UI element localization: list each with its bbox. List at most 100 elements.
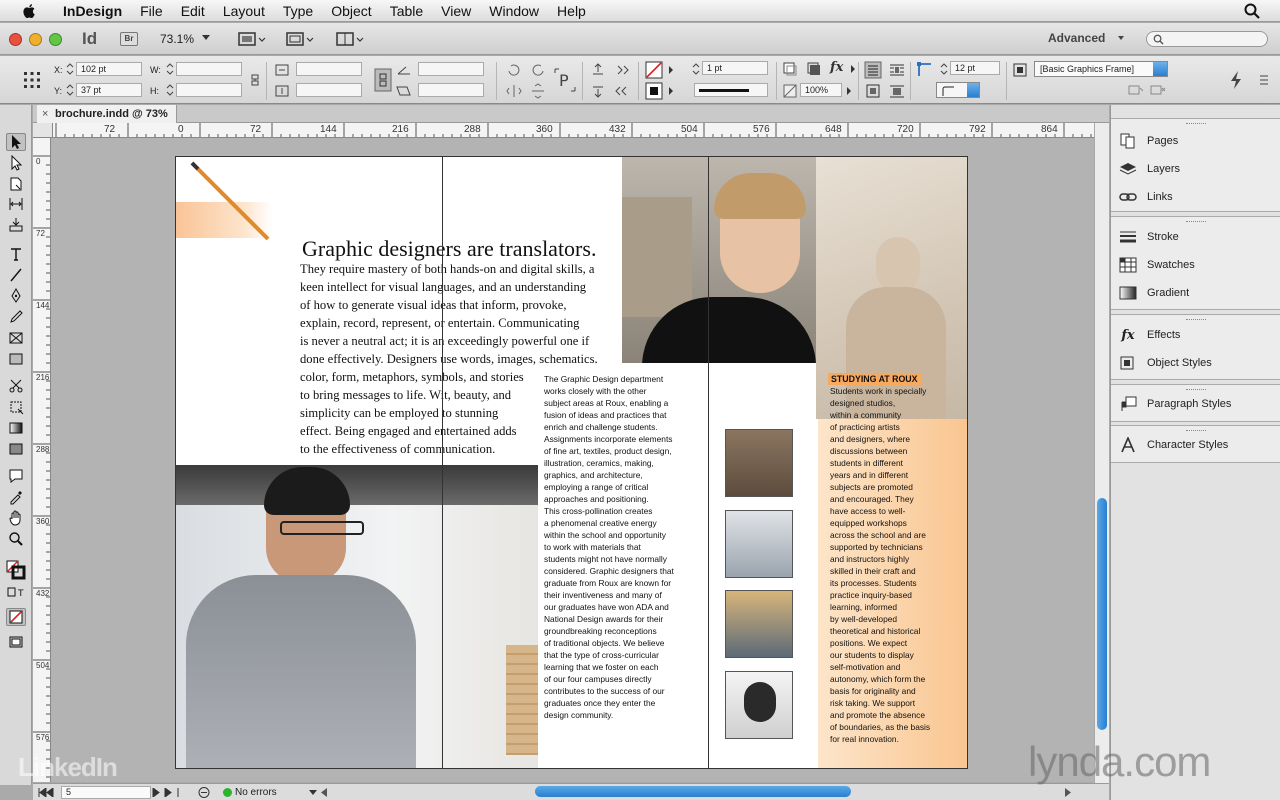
h-stepper-icon[interactable] <box>166 83 174 97</box>
free-transform-tool[interactable] <box>6 398 26 416</box>
height-field[interactable] <box>176 83 242 97</box>
apple-icon[interactable] <box>20 3 38 18</box>
help-search-input[interactable] <box>1146 31 1268 47</box>
align-content-icon[interactable] <box>864 82 882 100</box>
opacity-menu-arrow-icon[interactable] <box>844 85 854 97</box>
scissors-tool[interactable] <box>6 377 26 395</box>
panel-links[interactable]: Links <box>1119 187 1275 207</box>
stroke-weight-stepper-icon[interactable] <box>692 62 700 76</box>
scale-x-icon[interactable] <box>274 62 290 78</box>
reference-point-icon[interactable] <box>22 70 42 90</box>
close-document-icon[interactable]: × <box>42 105 48 123</box>
corner-options-icon[interactable] <box>916 61 934 79</box>
gap-tool[interactable] <box>6 195 26 213</box>
ruler-origin[interactable] <box>33 123 53 138</box>
scale-y-field[interactable] <box>296 83 362 97</box>
x-stepper-icon[interactable] <box>66 62 74 76</box>
bridge-button[interactable]: Br <box>120 32 138 46</box>
department-column-text[interactable]: The Graphic Design department works close… <box>544 373 674 721</box>
scale-y-icon[interactable] <box>274 83 290 99</box>
spotlight-search-icon[interactable] <box>1244 3 1260 19</box>
pencil-tool[interactable] <box>6 308 26 326</box>
hand-tool[interactable] <box>6 509 26 527</box>
stroke-type-dropdown[interactable] <box>694 83 768 97</box>
panel-object-styles[interactable]: Object Styles <box>1119 353 1275 373</box>
panel-stroke[interactable]: Stroke <box>1119 227 1275 247</box>
menu-file[interactable]: File <box>131 3 172 19</box>
select-container-icon[interactable] <box>590 62 606 78</box>
fill-stroke-swatches[interactable] <box>6 559 26 581</box>
pasteboard[interactable]: Graphic designers are translators. They … <box>51 138 1094 782</box>
vertical-scroll-thumb[interactable] <box>1097 498 1107 730</box>
apply-none-button[interactable] <box>6 608 26 626</box>
page-tool[interactable] <box>6 175 26 193</box>
horizontal-ruler[interactable]: 72 0 72 144 216 288 360 432 504 576 648 … <box>53 123 1094 138</box>
preflight-status[interactable]: No errors <box>221 786 305 799</box>
panel-swatches[interactable]: Swatches <box>1119 255 1275 275</box>
selection-tool[interactable] <box>6 133 26 151</box>
panel-grip[interactable] <box>1186 123 1206 125</box>
panel-effects[interactable]: fx Effects <box>1119 325 1275 345</box>
panel-pages[interactable]: Pages <box>1119 131 1275 151</box>
quick-apply-icon[interactable] <box>1228 70 1244 90</box>
thumbnail-students-4[interactable] <box>725 671 793 739</box>
shadow-toggle-icon[interactable] <box>806 61 822 77</box>
vertical-scrollbar[interactable] <box>1094 123 1109 783</box>
formatting-affects-toggle[interactable]: T <box>6 585 26 599</box>
drop-shadow-icon[interactable] <box>782 61 798 77</box>
panel-character-styles[interactable]: Character Styles <box>1119 435 1275 455</box>
preflight-menu-icon[interactable] <box>197 786 211 799</box>
zoom-level-field[interactable]: 73.1% <box>160 32 194 46</box>
menu-type[interactable]: Type <box>274 3 322 19</box>
w-stepper-icon[interactable] <box>166 62 174 76</box>
scroll-left-icon[interactable] <box>319 788 329 797</box>
page-heading[interactable]: Graphic designers are translators. <box>302 236 596 262</box>
thumbnail-students-1[interactable] <box>725 429 793 497</box>
text-wrap-bounding-box-icon[interactable] <box>888 61 906 79</box>
flip-vertical-icon[interactable] <box>530 83 546 99</box>
y-position-field[interactable]: 37 pt <box>76 83 142 97</box>
page-number-field[interactable]: 5 <box>61 786 151 799</box>
panel-gradient[interactable]: Gradient <box>1119 283 1275 303</box>
line-tool[interactable] <box>6 266 26 284</box>
y-stepper-icon[interactable] <box>66 83 74 97</box>
preflight-dropdown-icon[interactable] <box>309 790 317 795</box>
rectangle-frame-tool[interactable] <box>6 329 26 347</box>
type-tool[interactable] <box>6 245 26 263</box>
vertical-ruler[interactable]: 0 72 144 216 288 360 432 504 576 <box>33 138 51 782</box>
zoom-window-button[interactable] <box>49 33 62 46</box>
pen-tool[interactable] <box>6 287 26 305</box>
menu-window[interactable]: Window <box>480 3 548 19</box>
panel-grip[interactable] <box>1186 430 1206 432</box>
select-previous-object-icon[interactable] <box>614 62 630 78</box>
horizontal-scroll-thumb[interactable] <box>535 786 851 797</box>
corner-shape-dropdown[interactable] <box>936 82 980 98</box>
rotate-counterclockwise-icon[interactable] <box>530 62 546 78</box>
designer-photo[interactable] <box>176 465 538 768</box>
gradient-swatch-tool[interactable] <box>6 419 26 437</box>
effects-menu-arrow-icon[interactable] <box>848 63 858 75</box>
rotation-field[interactable] <box>418 62 484 76</box>
corner-size-stepper-icon[interactable] <box>940 62 948 76</box>
clear-overrides-icon[interactable] <box>1128 84 1144 96</box>
menu-help[interactable]: Help <box>548 3 595 19</box>
corner-size-field[interactable]: 12 pt <box>950 61 1000 75</box>
screen-mode-button[interactable] <box>6 633 26 651</box>
studying-column-text[interactable]: Students work in specially designed studi… <box>830 385 930 745</box>
panel-paragraph-styles[interactable]: Paragraph Styles <box>1119 394 1275 414</box>
object-style-dropdown[interactable]: [Basic Graphics Frame] <box>1034 61 1168 77</box>
workspace-dropdown-icon[interactable] <box>1118 36 1124 40</box>
next-page-icon[interactable] <box>151 788 181 797</box>
screen-mode-icon[interactable] <box>284 30 314 48</box>
page-spread[interactable]: Graphic designers are translators. They … <box>175 156 968 769</box>
menu-view[interactable]: View <box>432 3 480 19</box>
panel-grip[interactable] <box>1186 221 1206 223</box>
scale-x-field[interactable] <box>296 62 362 76</box>
workspace-switcher[interactable]: Advanced <box>1048 31 1105 45</box>
thumbnail-students-2[interactable] <box>725 510 793 578</box>
fill-menu-arrow-icon[interactable] <box>666 63 676 77</box>
stroke-swatch-icon[interactable] <box>645 82 663 100</box>
fill-swatch-none-icon[interactable] <box>645 61 663 79</box>
x-position-field[interactable]: 102 pt <box>76 62 142 76</box>
close-window-button[interactable] <box>9 33 22 46</box>
